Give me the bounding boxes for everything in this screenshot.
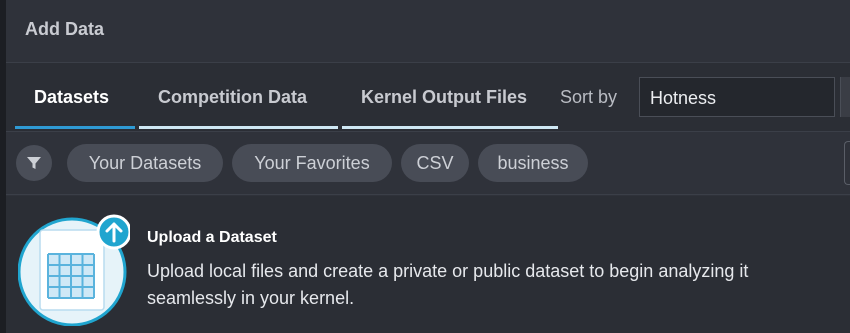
sort-select-edge	[840, 77, 850, 117]
filter-icon	[27, 157, 41, 169]
dialog-header: Add Data	[6, 0, 850, 63]
tab-competition-data[interactable]: Competition Data	[158, 87, 307, 108]
add-data-dialog: Add Data Datasets Competition Data Kerne…	[6, 0, 850, 333]
chip-your-datasets[interactable]: Your Datasets	[67, 144, 223, 182]
chip-csv[interactable]: CSV	[401, 144, 469, 182]
tab-datasets[interactable]: Datasets	[34, 87, 109, 108]
filter-bar: Your Datasets Your Favorites CSV busines…	[6, 131, 850, 195]
chip-your-favorites[interactable]: Your Favorites	[232, 144, 392, 182]
filter-button[interactable]	[16, 145, 52, 181]
upload-title[interactable]: Upload a Dataset	[147, 229, 277, 247]
upload-description: Upload local files and create a private …	[147, 261, 749, 308]
tab-competition-underline	[139, 126, 338, 129]
sort-select[interactable]: Hotness	[639, 77, 835, 117]
tab-kernel-underline	[342, 126, 558, 129]
dialog-title: Add Data	[25, 19, 105, 39]
chip-business[interactable]: business	[478, 144, 588, 182]
tab-datasets-underline	[15, 126, 135, 129]
sort-by-label: Sort by	[560, 87, 618, 107]
upload-dataset-section[interactable]: Upload a Dataset Upload local files and …	[6, 196, 850, 333]
tab-kernel-output-files[interactable]: Kernel Output Files	[361, 87, 527, 108]
upload-dataset-illustration	[18, 214, 130, 326]
filter-extra-control[interactable]	[844, 141, 850, 185]
